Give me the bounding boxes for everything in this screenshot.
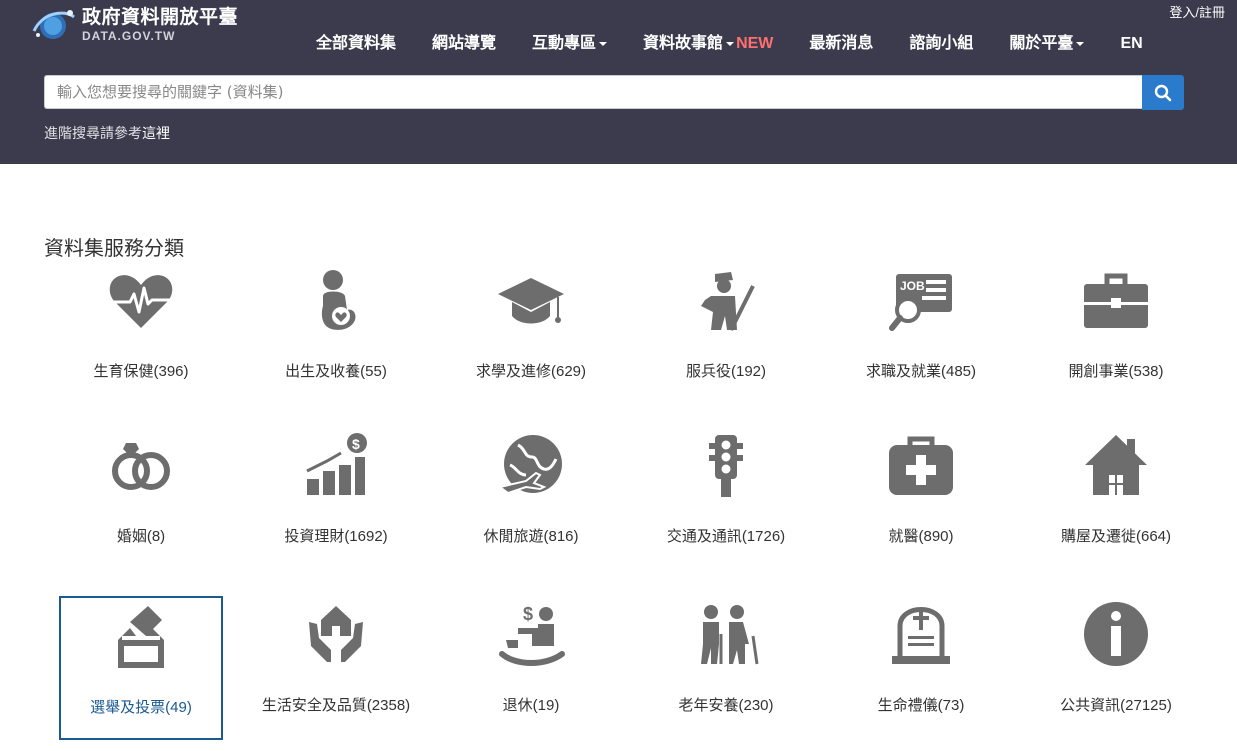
- new-badge: NEW: [736, 35, 774, 52]
- nav-news[interactable]: 最新消息: [791, 34, 891, 54]
- nav-site-map[interactable]: 網站導覽: [414, 34, 514, 54]
- logo-globe-icon: [32, 5, 76, 45]
- category-funeral[interactable]: 生命禮儀(73): [839, 596, 1003, 740]
- category-label: 開創事業(538): [1068, 363, 1164, 380]
- category-investment[interactable]: $ 投資理財(1692): [254, 427, 418, 571]
- main-nav: 全部資料集 網站導覽 互動專區 資料故事館 NEW 最新消息 諮詢小組 關於平臺 …: [298, 34, 1161, 54]
- category-birth-adoption[interactable]: 出生及收養(55): [254, 262, 418, 406]
- category-military[interactable]: 服兵役(192): [644, 262, 808, 406]
- nav-label: 全部資料集: [316, 35, 397, 52]
- advanced-search-hint: 進階搜尋請參考這裡: [44, 123, 170, 143]
- category-label: 就醫(890): [888, 528, 954, 545]
- svg-text:$: $: [523, 604, 533, 624]
- category-transport[interactable]: 交通及通訊(1726): [644, 427, 808, 571]
- category-travel[interactable]: 休閒旅遊(816): [449, 427, 613, 571]
- nav-data-stories[interactable]: 資料故事館 NEW: [625, 34, 791, 54]
- category-label: 退休(19): [502, 697, 560, 714]
- category-retirement[interactable]: $ 退休(19): [449, 596, 613, 740]
- category-birth-health[interactable]: 生育保健(396): [59, 262, 223, 406]
- soldier-icon: [691, 266, 761, 336]
- advanced-search-link[interactable]: 這裡: [142, 125, 170, 141]
- category-label: 求職及就業(485): [865, 363, 977, 380]
- mother-baby-icon: [301, 266, 371, 336]
- search-button[interactable]: [1142, 75, 1184, 110]
- house-icon: [1081, 431, 1151, 501]
- category-label: 投資理財(1692): [284, 528, 388, 545]
- graduation-cap-icon: [496, 266, 566, 336]
- site-logo[interactable]: 政府資料開放平臺 DATA.GOV.TW: [32, 5, 238, 45]
- svg-text:$: $: [352, 436, 360, 452]
- rocking-chair-icon: $: [496, 600, 566, 670]
- logo-subtitle: DATA.GOV.TW: [82, 29, 176, 43]
- heart-pulse-icon: [106, 266, 176, 336]
- info-circle-icon: [1081, 600, 1151, 670]
- category-label: 老年安養(230): [678, 697, 774, 714]
- ballot-box-icon: [106, 602, 176, 672]
- category-marriage[interactable]: 婚姻(8): [59, 427, 223, 571]
- nav-all-datasets[interactable]: 全部資料集: [298, 34, 414, 54]
- rings-icon: [106, 431, 176, 501]
- nav-label: EN: [1120, 35, 1143, 52]
- category-employment[interactable]: JOB 求職及就業(485): [839, 262, 1003, 406]
- search-bar: [44, 75, 1184, 110]
- category-label: 公共資訊(27125): [1060, 697, 1172, 714]
- nav-label: 關於平臺: [1009, 35, 1074, 52]
- category-label: 服兵役(192): [685, 363, 767, 380]
- nav-label: 資料故事館: [643, 35, 724, 52]
- search-icon: [1154, 84, 1172, 101]
- job-search-icon: JOB: [886, 266, 956, 336]
- caret-down-icon: [1076, 42, 1085, 46]
- logo-text: 政府資料開放平臺 DATA.GOV.TW: [82, 7, 238, 43]
- category-election[interactable]: 選舉及投票(49): [59, 596, 223, 740]
- category-elderly-care[interactable]: 老年安養(230): [644, 596, 808, 740]
- search-input[interactable]: [44, 75, 1142, 109]
- section-title: 資料集服務分類: [44, 238, 184, 260]
- logo-title: 政府資料開放平臺: [82, 7, 239, 28]
- category-medical[interactable]: 就醫(890): [839, 427, 1003, 571]
- category-business[interactable]: 開創事業(538): [1034, 262, 1198, 406]
- category-public-info[interactable]: 公共資訊(27125): [1034, 596, 1198, 740]
- advanced-search-text: 進階搜尋請參考: [44, 125, 142, 141]
- category-label: 生育保健(396): [93, 363, 189, 380]
- category-label: 交通及通訊(1726): [666, 528, 786, 545]
- medical-kit-icon: [886, 431, 956, 501]
- traffic-light-icon: [691, 431, 761, 501]
- nav-about[interactable]: 關於平臺: [991, 34, 1102, 54]
- category-label: 休閒旅遊(816): [483, 528, 579, 545]
- growth-chart-icon: $: [301, 431, 371, 501]
- category-education[interactable]: 求學及進修(629): [449, 262, 613, 406]
- login-register-link[interactable]: 登入/註冊: [1169, 2, 1225, 21]
- briefcase-icon: [1081, 266, 1151, 336]
- nav-advisory[interactable]: 諮詢小組: [891, 34, 991, 54]
- nav-english[interactable]: EN: [1102, 34, 1160, 54]
- caret-down-icon: [726, 42, 735, 46]
- site-header: 政府資料開放平臺 DATA.GOV.TW 登入/註冊 全部資料集 網站導覽 互動…: [0, 0, 1237, 164]
- category-label: 婚姻(8): [116, 528, 166, 545]
- tombstone-icon: [886, 600, 956, 670]
- nav-interactive[interactable]: 互動專區: [514, 34, 625, 54]
- caret-down-icon: [599, 42, 608, 46]
- category-housing[interactable]: 購屋及遷徙(664): [1034, 427, 1198, 571]
- elderly-couple-icon: [691, 600, 761, 670]
- hands-house-icon: [301, 600, 371, 670]
- category-label: 生活安全及品質(2358): [261, 697, 411, 714]
- nav-label: 最新消息: [809, 35, 874, 52]
- category-safety-quality[interactable]: 生活安全及品質(2358): [254, 596, 418, 740]
- category-label: 求學及進修(629): [475, 363, 587, 380]
- category-label: 購屋及遷徙(664): [1060, 528, 1172, 545]
- globe-plane-icon: [496, 431, 566, 501]
- nav-label: 諮詢小組: [909, 35, 974, 52]
- category-label: 生命禮儀(73): [877, 697, 965, 714]
- category-label: 出生及收養(55): [285, 363, 387, 380]
- category-label: 選舉及投票(49): [90, 699, 192, 716]
- svg-text:JOB: JOB: [900, 279, 925, 293]
- nav-label: 互動專區: [532, 35, 597, 52]
- nav-label: 網站導覽: [432, 35, 497, 52]
